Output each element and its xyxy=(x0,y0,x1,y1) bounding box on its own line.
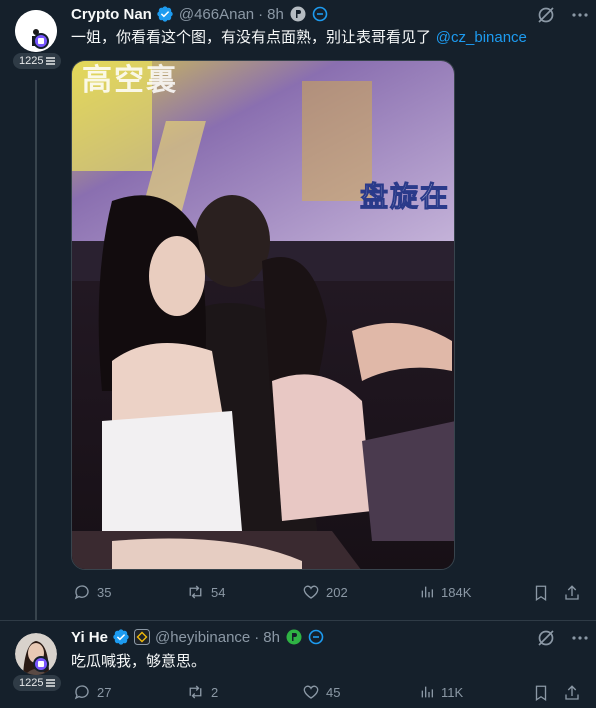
tweet-1-photo[interactable]: 高空裏 盘旋在 xyxy=(71,60,455,570)
views-button[interactable]: 184K xyxy=(419,583,471,601)
separator-dot: · xyxy=(254,628,260,646)
follower-count-badge: 1225 xyxy=(13,53,62,69)
tweet-2-text: 吃瓜喊我，够意思。 xyxy=(71,652,207,670)
repost-button[interactable]: 54 xyxy=(186,583,225,601)
separator-dot: · xyxy=(258,5,264,23)
like-button[interactable]: 202 xyxy=(302,583,348,601)
reply-button[interactable]: 27 xyxy=(73,683,111,701)
reply-icon xyxy=(74,685,89,700)
avatar-badge-icon xyxy=(33,33,49,49)
reply-button[interactable]: 35 xyxy=(73,583,111,601)
verified-icon xyxy=(157,6,173,22)
community-icon xyxy=(308,629,324,645)
tweet-1-text: 一姐，你看看这个图，有没有点面熟，别让表哥看见了 @cz_binance xyxy=(71,28,527,46)
grok-icon[interactable] xyxy=(537,6,555,24)
author-name[interactable]: Crypto Nan xyxy=(71,6,152,23)
community-icon xyxy=(312,6,328,22)
like-button[interactable]: 45 xyxy=(302,683,340,701)
bookmark-icon[interactable] xyxy=(532,584,550,602)
like-icon xyxy=(303,585,319,599)
author-name[interactable]: Yi He xyxy=(71,629,108,646)
author-handle[interactable]: @heyibinance xyxy=(155,629,250,646)
like-icon xyxy=(303,685,319,699)
verified-icon xyxy=(113,629,129,645)
tweet-1-header: Crypto Nan @466Anan · 8h xyxy=(71,2,328,26)
thread-connector-line xyxy=(35,80,37,620)
repost-icon xyxy=(189,585,202,599)
repost-icon xyxy=(189,685,202,699)
tweet-2-header: Yi He @heyibinance · 8h xyxy=(71,625,324,649)
views-icon xyxy=(421,586,433,598)
views-icon xyxy=(421,686,433,698)
circle-p-icon xyxy=(286,629,302,645)
circle-p-icon xyxy=(290,6,306,22)
repost-button[interactable]: 2 xyxy=(186,683,218,701)
avatar-badge-icon xyxy=(33,656,49,672)
tweet-2-top-actions xyxy=(537,629,589,647)
tweet-time[interactable]: 8h xyxy=(263,629,280,646)
share-icon[interactable] xyxy=(563,584,581,602)
bookmark-icon[interactable] xyxy=(532,684,550,702)
more-icon[interactable] xyxy=(571,629,589,647)
tweet-2-actions: 27 2 45 11K xyxy=(0,683,596,703)
image-caption-right: 盘旋在 xyxy=(359,180,451,214)
tweet-1-top-actions xyxy=(537,6,589,24)
tweet-time[interactable]: 8h xyxy=(267,6,284,23)
views-button[interactable]: 11K xyxy=(419,683,463,701)
tweet-1-actions: 35 54 202 184K xyxy=(0,583,596,603)
image-caption-top: 高空裏 xyxy=(82,63,178,98)
grok-icon[interactable] xyxy=(537,629,555,647)
binance-affiliate-icon xyxy=(133,629,150,645)
reply-icon xyxy=(74,585,89,600)
author-handle[interactable]: @466Anan xyxy=(179,6,254,23)
more-icon[interactable] xyxy=(571,6,589,24)
tweet-divider xyxy=(0,620,596,621)
mention-link[interactable]: @cz_binance xyxy=(436,29,527,46)
share-icon[interactable] xyxy=(563,684,581,702)
